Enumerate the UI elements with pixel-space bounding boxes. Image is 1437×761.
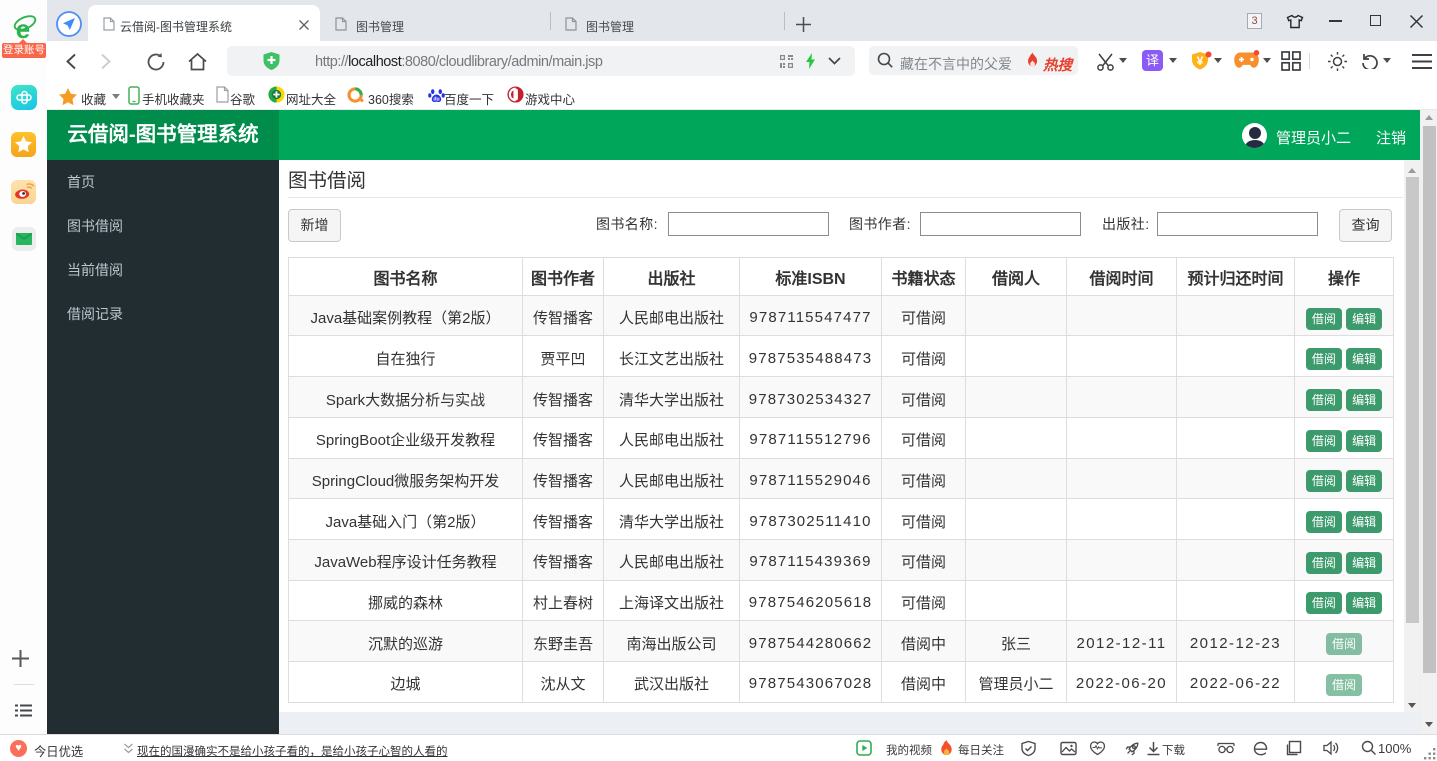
svg-text:¥: ¥: [1197, 54, 1204, 68]
svg-text:du: du: [433, 96, 439, 102]
